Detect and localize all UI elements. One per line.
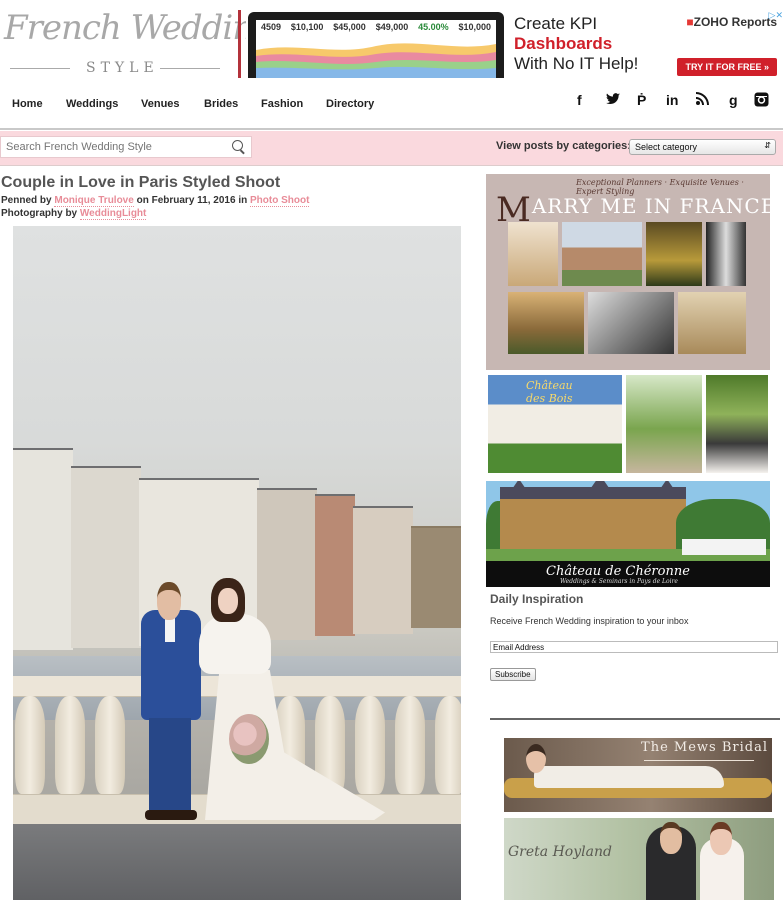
ad-cta-button[interactable]: TRY IT FOR FREE »	[677, 58, 777, 76]
author-link[interactable]: Monique Trulove	[54, 195, 134, 207]
mews-model	[534, 766, 724, 788]
sidebar-divider	[490, 718, 780, 720]
site-header: French Wedding STYLE 4509 $10,100 $45,00…	[0, 0, 783, 80]
nav-item-fashion[interactable]: Fashion	[261, 98, 303, 110]
ad-line3: With No IT Help!	[514, 54, 639, 73]
site-logo[interactable]: French Wedding STYLE	[0, 2, 275, 78]
ad-line2: Dashboards	[514, 34, 613, 53]
logo-style-word: STYLE	[86, 60, 159, 76]
category-label: View posts by categories:	[496, 140, 631, 152]
photo-groom	[139, 582, 201, 822]
email-field[interactable]	[490, 641, 778, 653]
nav-item-venues[interactable]: Venues	[141, 98, 180, 110]
photographer-link[interactable]: WeddingLight	[79, 208, 147, 220]
ad-copy: Create KPI Dashboards With No IT Help!	[514, 14, 638, 74]
chateau-des-bois-ad[interactable]: Château des Bois	[486, 375, 768, 473]
rss-icon[interactable]	[696, 92, 709, 108]
zoho-logo: ■ZOHO Reports	[686, 15, 777, 29]
marry-me-in-france-ad[interactable]: Exceptional Planners · Exquisite Venues …	[486, 174, 775, 370]
cheronne-name: Château de Chéronne	[546, 564, 690, 579]
search-input[interactable]	[1, 137, 216, 157]
photo-bride	[199, 578, 385, 828]
photo-building	[13, 448, 73, 650]
header-divider	[238, 10, 241, 78]
zoho-brand: ZOHO	[693, 15, 729, 29]
nav-item-home[interactable]: Home	[12, 98, 43, 110]
main-nav: Home Weddings Venues Brides Fashion Dire…	[0, 80, 783, 130]
nav-item-weddings[interactable]: Weddings	[66, 98, 118, 110]
chateau-tile-garden-couple	[626, 375, 702, 473]
post-hero-photo[interactable]	[13, 226, 461, 900]
search-box	[0, 136, 252, 158]
marry-tile-chateau	[562, 222, 642, 286]
marry-tile-manor	[508, 292, 584, 354]
ad-laptop-screen: 4509 $10,100 $45,000 $49,000 45.00% $10,…	[248, 12, 504, 78]
category-selected-value: Select category	[635, 142, 698, 152]
cheronne-marquee	[682, 539, 766, 555]
category-link[interactable]: Photo Shoot	[249, 195, 310, 207]
photo-trees	[411, 526, 461, 628]
select-arrows-icon: ⇵	[764, 141, 771, 150]
marry-tile-glasses	[706, 222, 746, 286]
daily-inspiration-text: Receive French Wedding inspiration to yo…	[490, 616, 689, 626]
cheronne-castle	[500, 495, 686, 557]
zoho-ad-banner[interactable]: 4509 $10,100 $45,000 $49,000 45.00% $10,…	[246, 10, 783, 78]
post-title: Couple in Love in Paris Styled Shoot	[1, 174, 281, 191]
logo-script: French Wedding	[4, 8, 275, 48]
linkedin-icon[interactable]: in	[666, 92, 678, 108]
greta-script: Greta Hoyland	[508, 844, 612, 860]
logo-rule-right	[160, 68, 220, 69]
nav-item-brides[interactable]: Brides	[204, 98, 238, 110]
marry-tile-cake	[508, 222, 558, 286]
subscribe-button[interactable]: Subscribe	[490, 668, 536, 681]
ad-dashboard-preview: 4509 $10,100 $45,000 $49,000 45.00% $10,…	[256, 20, 496, 78]
marry-tile-kiss	[588, 292, 674, 354]
photo-bouquet	[229, 714, 269, 764]
pinterest-icon[interactable]: Ṗ	[637, 92, 646, 108]
post-photo-credit: Photography by WeddingLight	[1, 208, 147, 220]
search-category-bar: View posts by categories: Select categor…	[0, 131, 783, 166]
ad-line1: Create KPI	[514, 14, 598, 33]
greta-hoyland-ad[interactable]: Greta Hoyland	[504, 818, 774, 900]
ad-area-chart	[256, 43, 496, 78]
marry-tile-couple	[646, 222, 702, 286]
photo-pavement	[13, 824, 461, 900]
nav-item-directory[interactable]: Directory	[326, 98, 374, 110]
marry-tile-table	[678, 292, 746, 354]
mews-bridal-ad[interactable]: The Mews Bridal	[504, 738, 772, 812]
chateau-de-cheronne-ad[interactable]: Château de Chéronne Weddings & Seminars …	[486, 481, 770, 587]
mews-bridal-title: The Mews Bridal	[641, 740, 768, 755]
post-byline: Penned by Monique Trulove on February 11…	[1, 195, 310, 207]
search-icon[interactable]	[232, 140, 243, 151]
photo-building	[71, 466, 141, 648]
chateau-tile-couple	[706, 375, 768, 473]
cheronne-subtitle: Weddings & Seminars in Pays de Loire	[560, 578, 678, 585]
chateau-des-bois-title: Château des Bois	[526, 379, 573, 405]
daily-inspiration-title: Daily Inspiration	[490, 592, 584, 606]
facebook-icon[interactable]: f	[577, 92, 582, 108]
instagram-icon[interactable]	[754, 92, 769, 110]
ad-choices-icon[interactable]: ▷✕	[769, 10, 783, 21]
logo-rule-left	[10, 68, 70, 69]
twitter-icon[interactable]	[606, 92, 620, 108]
google-plus-icon[interactable]: g	[729, 92, 738, 108]
category-select[interactable]: Select category ⇵	[629, 139, 776, 155]
